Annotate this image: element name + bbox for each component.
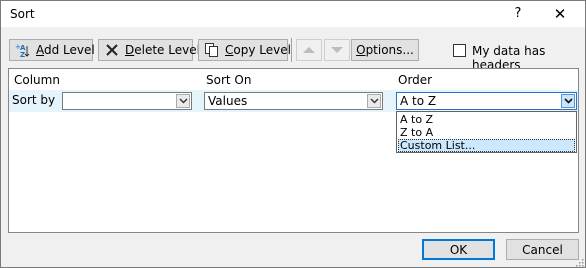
move-down-button[interactable] <box>324 39 350 61</box>
add-level-label: Add Level <box>36 43 95 57</box>
order-option-a-to-z[interactable]: A to Z <box>398 113 575 126</box>
chevron-down-icon[interactable] <box>176 94 190 108</box>
title-bar: Sort ? ✕ <box>1 1 585 27</box>
order-header: Order <box>398 73 433 87</box>
delete-level-button[interactable]: Delete Level <box>98 39 200 61</box>
options-label: Options... <box>356 43 414 57</box>
add-level-icon: + A Z <box>15 42 31 59</box>
close-button[interactable]: ✕ <box>549 4 571 24</box>
sort-on-select[interactable]: Values <box>204 92 383 110</box>
sort-by-label: Sort by <box>12 93 56 107</box>
help-button[interactable]: ? <box>507 4 529 24</box>
ok-button[interactable]: OK <box>422 239 495 260</box>
sort-on-header: Sort On <box>206 73 252 87</box>
sort-dialog: Sort ? ✕ + A Z Add Level Delete Level Co… <box>0 0 586 268</box>
options-button[interactable]: Options... <box>351 39 419 61</box>
column-header: Column <box>14 73 60 87</box>
copy-level-label: Copy Level <box>225 43 291 57</box>
order-option-custom-list[interactable]: Custom List... <box>398 139 575 152</box>
chevron-down-icon[interactable] <box>561 94 575 108</box>
toolbar-separator <box>291 38 292 62</box>
order-select[interactable]: A to Z <box>396 92 577 110</box>
copy-icon <box>204 42 220 58</box>
arrow-down-icon <box>331 47 343 53</box>
delete-x-icon <box>104 42 120 58</box>
resize-grip-icon[interactable] <box>575 258 584 267</box>
copy-level-button[interactable]: Copy Level <box>198 39 291 61</box>
add-level-button[interactable]: + A Z Add Level <box>9 39 95 61</box>
cancel-button[interactable]: Cancel <box>506 239 579 260</box>
column-select[interactable] <box>62 92 192 110</box>
svg-text:Z: Z <box>20 51 25 58</box>
arrow-up-icon <box>303 47 315 53</box>
sort-on-select-value: Values <box>208 94 248 108</box>
window-title: Sort <box>10 7 35 21</box>
order-select-value: A to Z <box>400 94 437 108</box>
order-option-z-to-a[interactable]: Z to A <box>398 126 575 139</box>
delete-level-label: Delete Level <box>125 43 200 57</box>
my-data-has-headers-checkbox[interactable] <box>453 44 466 57</box>
move-up-button[interactable] <box>296 39 322 61</box>
order-dropdown-list: A to Z Z to A Custom List... <box>396 111 577 153</box>
chevron-down-icon[interactable] <box>367 94 381 108</box>
